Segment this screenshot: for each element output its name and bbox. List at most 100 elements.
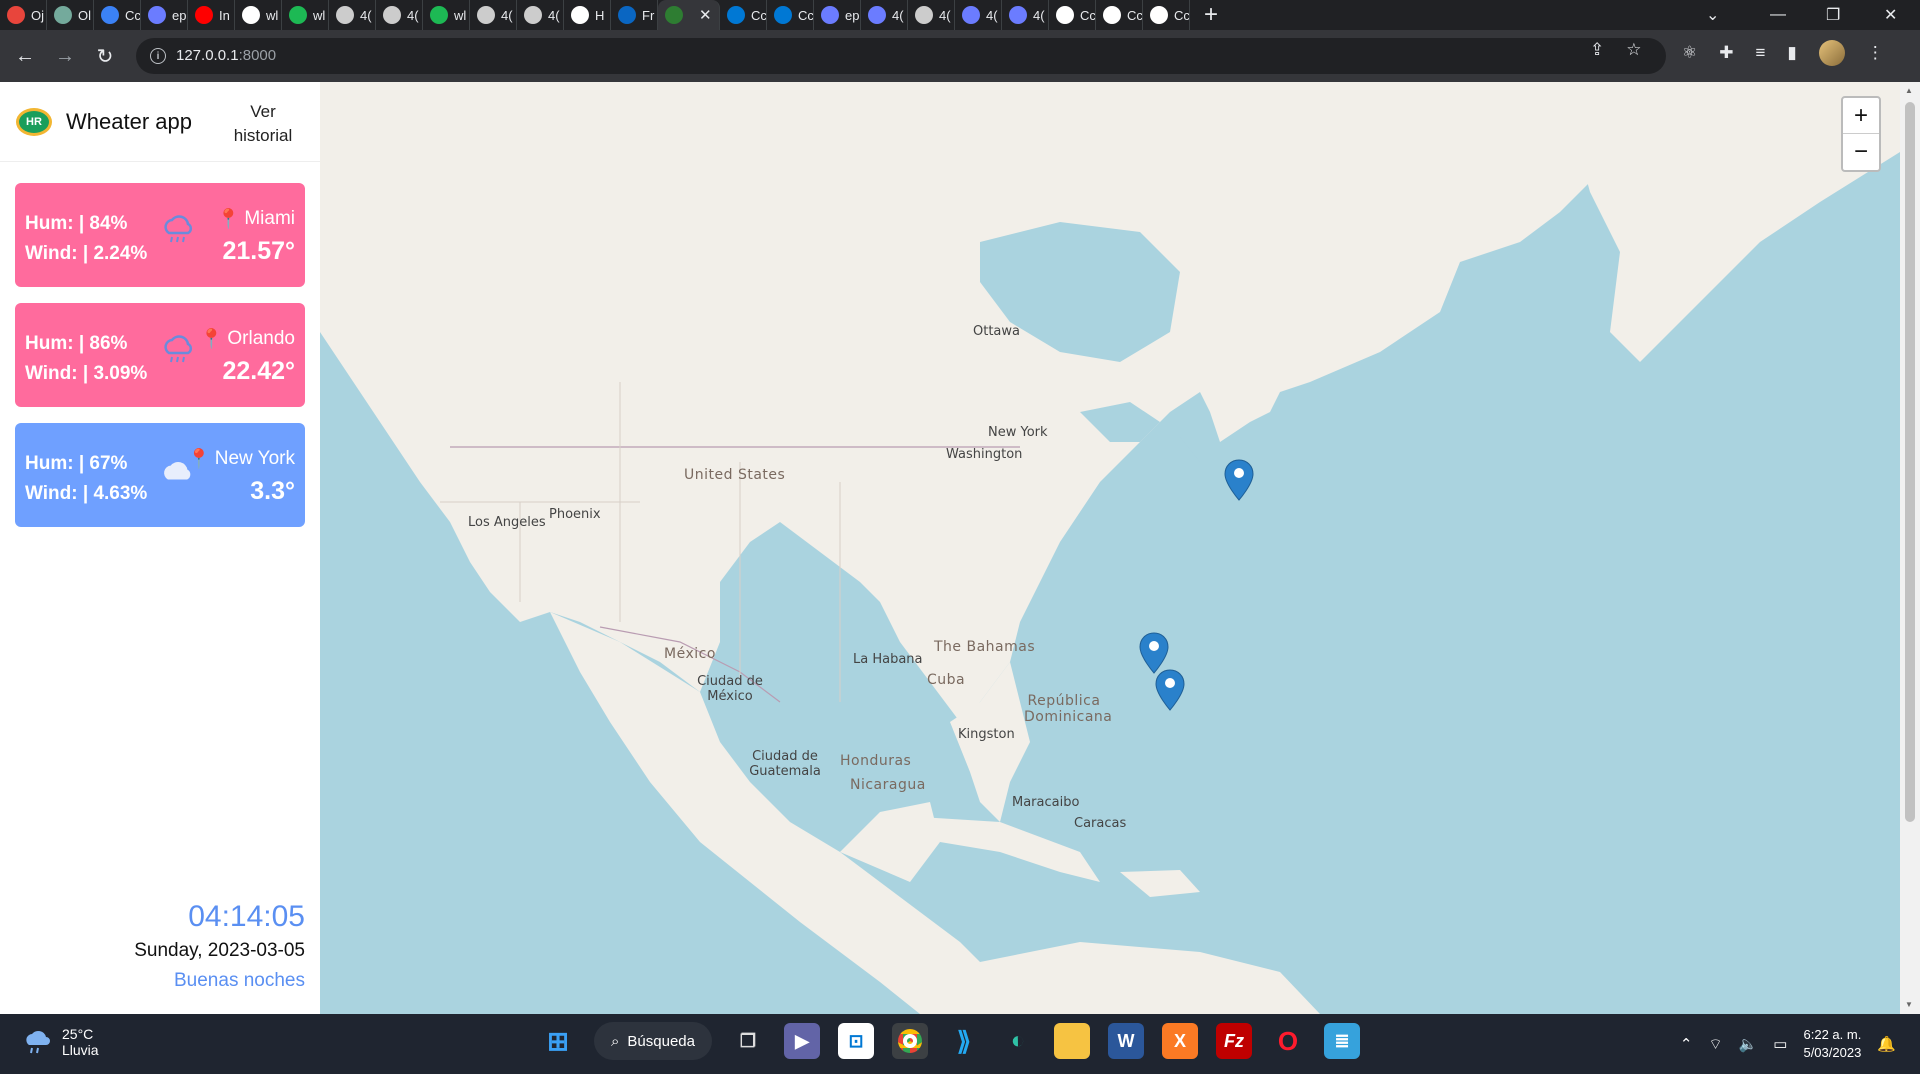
side-panel-icon[interactable]: ▮ xyxy=(1787,43,1796,63)
opera-icon[interactable]: O xyxy=(1270,1023,1306,1059)
browser-tab[interactable]: ✕ xyxy=(658,0,720,30)
teams-chat-icon[interactable]: ▶ xyxy=(784,1023,820,1059)
tab-title: wl xyxy=(454,7,467,23)
browser-tab[interactable]: Cc xyxy=(720,0,767,30)
globe-icon xyxy=(524,6,542,24)
windows-start-icon[interactable]: ⊞ xyxy=(540,1023,576,1059)
close-tab-icon[interactable]: ✕ xyxy=(699,6,712,24)
chevron-up-icon[interactable]: ⌃ xyxy=(1680,1035,1693,1053)
vscode-icon[interactable]: ⟫ xyxy=(946,1023,982,1059)
wind-label: Wind: | 2.24% xyxy=(25,243,148,264)
temperature: 21.57° xyxy=(222,237,295,265)
menu-kebab-icon[interactable]: ⋮ xyxy=(1867,43,1884,63)
browser-tab[interactable]: 4( xyxy=(1002,0,1049,30)
map-basemap xyxy=(320,82,1900,1014)
page-scrollbar[interactable]: ▲ ▼ xyxy=(1900,82,1920,1014)
bookmark-star-icon[interactable]: ☆ xyxy=(1626,40,1641,60)
taskbar-clock[interactable]: 6:22 a. m. 5/03/2023 xyxy=(1803,1026,1861,1062)
city-name: 📍 Miami xyxy=(217,207,295,231)
xampp-icon[interactable]: X xyxy=(1162,1023,1198,1059)
forward-button[interactable]: → xyxy=(50,41,80,71)
react-devtools-icon[interactable]: ⚛ xyxy=(1682,43,1697,63)
browser-tab[interactable]: ep xyxy=(141,0,188,30)
browser-tab[interactable]: 4( xyxy=(376,0,423,30)
browser-tab[interactable]: In xyxy=(188,0,235,30)
edge-icon[interactable]: ◐ xyxy=(1000,1023,1036,1059)
globe-icon xyxy=(477,6,495,24)
map-view[interactable]: Ottawa New York Washington United States… xyxy=(320,82,1900,1014)
chrome-icon[interactable] xyxy=(892,1023,928,1059)
map-marker-new-york[interactable] xyxy=(1224,459,1254,501)
tab-search-icon[interactable]: ⌄ xyxy=(1706,0,1719,30)
browser-tab[interactable]: 4( xyxy=(861,0,908,30)
browser-tab[interactable]: Cc xyxy=(767,0,814,30)
scrollbar-thumb[interactable] xyxy=(1905,102,1915,822)
filezilla-icon[interactable]: Fz xyxy=(1216,1023,1252,1059)
location-pin-icon: 📍 xyxy=(199,329,224,350)
microsoft-store-icon[interactable]: ⊡ xyxy=(838,1023,874,1059)
tab-title: Cc xyxy=(125,7,141,23)
map-marker-orlando[interactable] xyxy=(1139,632,1169,674)
taskbar-search[interactable]: ⌕ Búsqueda xyxy=(594,1022,712,1060)
browser-tab[interactable]: 4( xyxy=(470,0,517,30)
tab-title: 4( xyxy=(892,7,904,23)
browser-tab[interactable]: Oj xyxy=(0,0,47,30)
browser-tab[interactable]: 4( xyxy=(908,0,955,30)
browser-tab[interactable]: wl xyxy=(282,0,329,30)
infinity-icon xyxy=(868,6,886,24)
share-icon[interactable]: ⇪ xyxy=(1590,40,1604,60)
browser-tab[interactable]: 4( xyxy=(329,0,376,30)
browser-tab[interactable]: Cc xyxy=(1049,0,1096,30)
address-bar[interactable]: i 127.0.0.1:8000 xyxy=(136,38,1666,74)
scroll-down-arrow-icon[interactable]: ▼ xyxy=(1905,1000,1913,1009)
weather-card-new-york[interactable]: Hum: | 67% Wind: | 4.63% 📍 New York 3.3° xyxy=(15,423,305,527)
minimize-button[interactable]: — xyxy=(1770,0,1786,30)
omnibox-actions: ⇪ ☆ xyxy=(1590,40,1642,60)
site-info-icon[interactable]: i xyxy=(150,48,166,64)
browser-tab[interactable]: wl xyxy=(423,0,470,30)
volume-icon[interactable]: 🔈 xyxy=(1739,1035,1758,1053)
history-link[interactable]: Ver historial xyxy=(228,100,298,148)
back-button[interactable]: ← xyxy=(10,41,40,71)
browser-tab[interactable]: Cc xyxy=(1143,0,1190,30)
map-marker-miami[interactable] xyxy=(1155,669,1185,711)
notepad-icon[interactable]: ≣ xyxy=(1324,1023,1360,1059)
zoom-control: + − xyxy=(1841,96,1881,172)
task-view-icon[interactable]: ❐ xyxy=(730,1023,766,1059)
taskbar-weather-widget[interactable]: 25°C Lluvia xyxy=(22,1026,99,1058)
taskbar-weather-temp: 25°C xyxy=(62,1026,94,1042)
tab-title: 4( xyxy=(986,7,998,23)
battery-icon[interactable]: ▭ xyxy=(1773,1035,1787,1053)
tab-title: 4( xyxy=(939,7,951,23)
reload-button[interactable]: ↻ xyxy=(90,41,120,71)
media-control-icon[interactable]: ≡ xyxy=(1756,43,1766,63)
new-tab-button[interactable]: + xyxy=(1204,0,1218,30)
extensions-puzzle-icon[interactable]: ✚ xyxy=(1719,43,1733,63)
word-icon[interactable]: W xyxy=(1108,1023,1144,1059)
browser-tab[interactable]: ep xyxy=(814,0,861,30)
browser-tab[interactable]: Cc xyxy=(94,0,141,30)
browser-tab[interactable]: 4( xyxy=(955,0,1002,30)
notifications-icon[interactable]: 🔔 xyxy=(1877,1035,1896,1053)
wind-label: Wind: | 4.63% xyxy=(25,483,148,504)
scroll-up-arrow-icon[interactable]: ▲ xyxy=(1905,86,1913,95)
browser-tab[interactable]: Cc xyxy=(1096,0,1143,30)
browser-tab[interactable]: Ol xyxy=(47,0,94,30)
gear-icon xyxy=(1103,6,1121,24)
zoom-in-button[interactable]: + xyxy=(1843,98,1879,134)
browser-tab[interactable]: Fr xyxy=(611,0,658,30)
browser-tab[interactable]: 4( xyxy=(517,0,564,30)
extension-actions: ⚛ ✚ ≡ ▮ ⋮ xyxy=(1682,40,1884,66)
profile-avatar[interactable] xyxy=(1818,40,1845,66)
map-label-united-states: United States xyxy=(684,467,786,483)
weather-card-orlando[interactable]: Hum: | 86% Wind: | 3.09% 📍 Orlando 22.42° xyxy=(15,303,305,407)
wifi-icon[interactable]: ⌔ xyxy=(1708,1035,1722,1054)
browser-tab[interactable]: H xyxy=(564,0,611,30)
zoom-out-button[interactable]: − xyxy=(1843,134,1879,170)
close-window-button[interactable]: ✕ xyxy=(1884,0,1897,30)
file-explorer-icon[interactable] xyxy=(1054,1023,1090,1059)
browser-tab[interactable]: wl xyxy=(235,0,282,30)
restore-button[interactable]: ❐ xyxy=(1826,0,1840,30)
weather-card-miami[interactable]: Hum: | 84% Wind: | 2.24% 📍 Miami 21.57° xyxy=(15,183,305,287)
map-label-mexico: México xyxy=(664,646,716,662)
